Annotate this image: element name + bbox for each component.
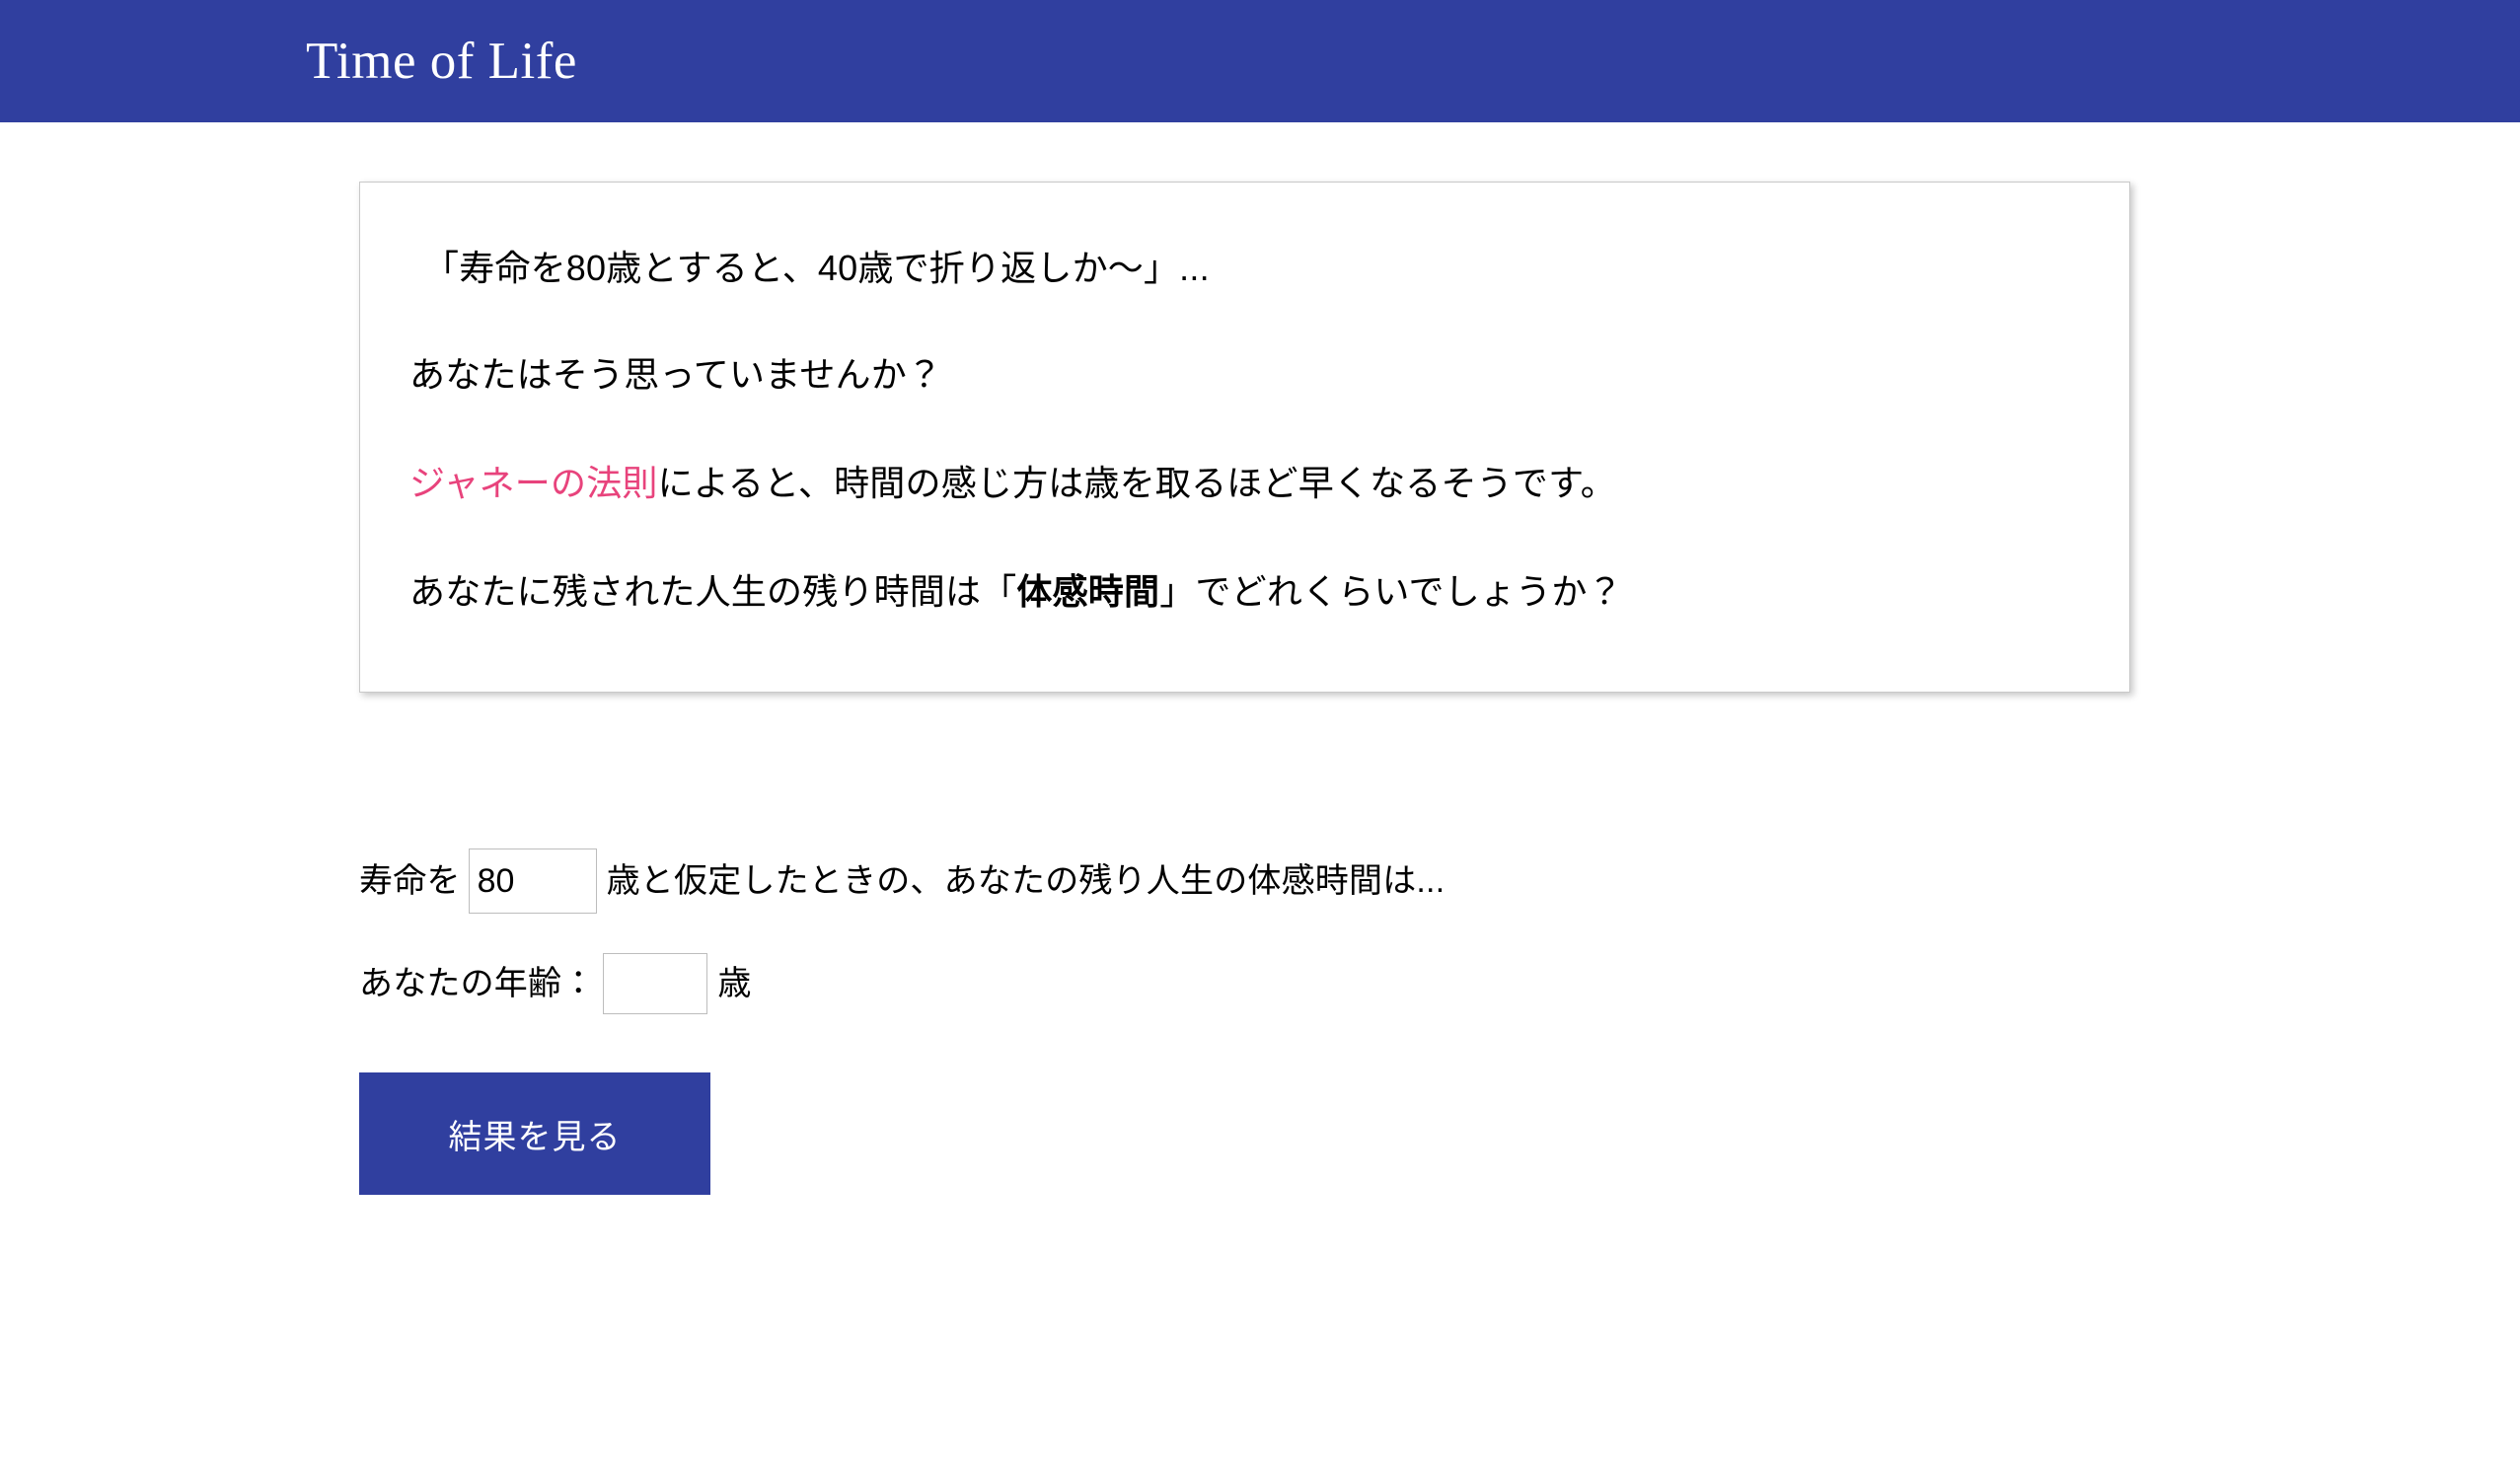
intro-card-body: 「寿命を80歳とすると、40歳で折り返しか〜」... あなたはそう思っていません… [360,183,2129,615]
lifespan-label-before: 寿命を [359,862,461,900]
intro-line-4-suffix: 」でどれくらいでしょうか？ [1159,571,1623,613]
intro-line-4-prefix: あなたに残された人生の残り時間は「 [409,571,1017,613]
site-header: Time of Life [0,0,2520,122]
intro-line-3: ジャネーの法則によると、時間の感じ方は歳を取るほど早くなるそうです。 [409,461,2086,506]
intro-line-1: 「寿命を80歳とすると、40歳で折り返しか〜」... [423,248,1210,288]
age-row: あなたの年齢： 歳 [359,953,2135,1014]
age-input[interactable] [603,953,708,1014]
intro-line-2: あなたはそう思っていませんか？ [409,354,943,396]
age-label: あなたの年齢： [359,965,596,1002]
intro-line-4: あなたに残された人生の残り時間は「体感時間」でどれくらいでしょうか？ [409,569,2086,615]
lifespan-label-after: 歳と仮定したときの、あなたの残り人生の体感時間は... [606,862,1445,900]
lifespan-input[interactable] [468,849,597,914]
lifespan-row: 寿命を 歳と仮定したときの、あなたの残り人生の体感時間は... [359,849,2135,914]
site-title: Time of Life [306,32,577,90]
intro-line-3-rest: によると、時間の感じ方は歳を取るほど早くなるそうです。 [657,463,1616,504]
intro-card: 「寿命を80歳とすると、40歳で折り返しか〜」... あなたはそう思っていません… [359,182,2130,693]
age-unit-label: 歳 [717,965,752,1002]
calculator-form: 寿命を 歳と仮定したときの、あなたの残り人生の体感時間は... あなたの年齢： … [359,849,2135,1195]
see-result-button[interactable]: 結果を見る [359,1072,710,1195]
jane-law-link[interactable]: ジャネーの法則 [409,463,658,503]
felt-time-emphasis: 体感時間 [1016,571,1160,613]
